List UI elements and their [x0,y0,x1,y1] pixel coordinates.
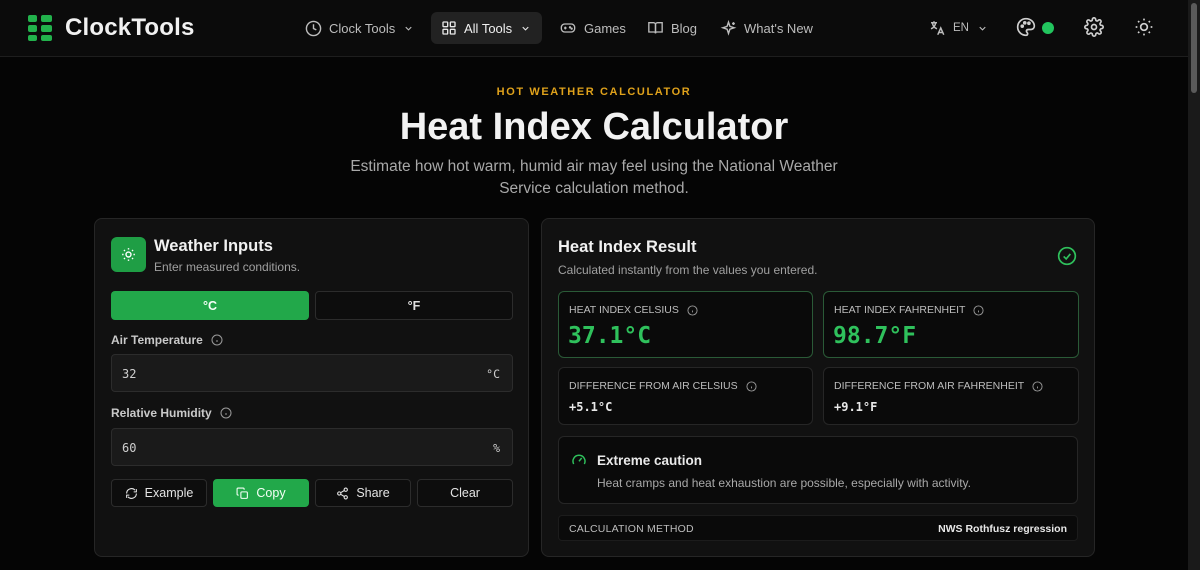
scrollbar-thumb[interactable] [1191,3,1197,93]
stat-label-text: HEAT INDEX CELSIUS [569,304,679,316]
example-label: Example [144,486,194,500]
page-title: Heat Index Calculator [399,106,789,148]
chevron-down-icon [405,26,412,31]
info-icon[interactable] [687,304,698,316]
eyebrow-label: HOT WEATHER CALCULATOR [496,86,692,98]
stat-label-text: DIFFERENCE FROM AIR FAHRENHEIT [834,380,1025,392]
top-nav: ClockTools Clock Tools All Tools Games B… [0,0,1188,57]
difference-celsius-stat: DIFFERENCE FROM AIR CELSIUS +5.1°C [558,367,813,425]
share-button[interactable]: Share [315,479,411,507]
brand-name: ClockTools [65,14,195,41]
difference-fahrenheit-stat: DIFFERENCE FROM AIR FAHRENHEIT +9.1°F [823,367,1079,425]
book-icon [648,22,663,34]
stat-label: DIFFERENCE FROM AIR FAHRENHEIT [834,380,1043,392]
gear-icon[interactable] [1084,17,1104,37]
nav-clock-tools[interactable]: Clock Tools [295,12,424,44]
info-icon[interactable] [211,334,223,346]
humidity-input[interactable]: 60 % [111,428,513,466]
humidity-label-text: Relative Humidity [111,406,212,420]
share-label: Share [356,486,390,500]
refresh-icon [125,487,137,499]
info-icon[interactable] [220,407,232,419]
result-title: Heat Index Result [558,238,697,256]
clock-icon [305,20,322,36]
copy-icon [236,487,249,499]
sun-icon[interactable] [1134,17,1154,37]
unit-celsius-button[interactable]: °C [111,291,309,320]
theme-status-dot [1042,22,1054,34]
heat-index-celsius-stat: HEAT INDEX CELSIUS 37.1°C [558,291,813,358]
palette-icon[interactable] [1016,17,1036,37]
chevron-down-icon [979,26,986,31]
copy-button[interactable]: Copy [213,479,309,507]
check-circle-icon [1057,246,1077,266]
humidity-label: Relative Humidity [111,406,232,420]
heat-index-celsius-value: 37.1°C [568,323,652,349]
gamepad-icon [560,23,576,33]
nav-label: Clock Tools [329,20,396,36]
nav-label: What's New [744,20,813,36]
stat-label: HEAT INDEX FAHRENHEIT [834,304,985,316]
temperature-value: 32 [122,367,137,381]
difference-fahrenheit-value: +9.1°F [834,400,878,414]
method-label: CALCULATION METHOD [569,523,694,535]
stat-label-text: DIFFERENCE FROM AIR CELSIUS [569,380,738,392]
unit-fahrenheit-button[interactable]: °F [315,291,513,320]
heat-index-fahrenheit-stat: HEAT INDEX FAHRENHEIT 98.7°F [823,291,1079,358]
heat-index-fahrenheit-value: 98.7°F [833,323,917,349]
language-label: EN [953,22,969,34]
nav-games[interactable]: Games [549,12,636,44]
grid-icon [442,21,456,35]
nav-label: All Tools [464,20,513,36]
info-icon[interactable] [973,304,985,316]
share-icon [337,487,349,499]
inputs-subtitle: Enter measured conditions. [154,260,301,274]
nav-whats-new[interactable]: What's New [710,12,823,44]
nav-label: Games [584,20,626,36]
nav-all-tools[interactable]: All Tools [431,12,542,44]
temperature-label: Air Temperature [111,333,223,347]
humidity-unit: % [493,441,500,455]
clear-button[interactable]: Clear [417,479,513,507]
stat-label: DIFFERENCE FROM AIR CELSIUS [569,380,757,392]
inputs-title: Weather Inputs [154,237,273,255]
info-icon[interactable] [746,380,757,392]
clear-label: Clear [450,486,480,500]
weather-inputs-card: Weather Inputs Enter measured conditions… [94,218,529,557]
logo[interactable]: ClockTools [28,14,195,42]
sun-icon [111,237,146,272]
logo-icon [28,15,52,41]
scrollbar[interactable] [1188,0,1200,570]
caution-panel: Extreme caution Heat cramps and heat exh… [558,436,1078,504]
sparkle-icon [720,19,737,36]
result-subtitle: Calculated instantly from the values you… [558,263,818,277]
translate-icon [930,21,945,36]
copy-label: Copy [256,486,286,500]
caution-description: Heat cramps and heat exhaustion are poss… [597,476,971,490]
temperature-input[interactable]: 32 °C [111,354,513,392]
page-subtitle: Estimate how hot warm, humid air may fee… [350,158,838,197]
humidity-value: 60 [122,441,137,455]
temperature-unit: °C [486,367,500,381]
gauge-icon [572,454,586,465]
stat-label: HEAT INDEX CELSIUS [569,304,698,316]
info-icon[interactable] [1032,380,1043,392]
example-button[interactable]: Example [111,479,207,507]
difference-celsius-value: +5.1°C [569,400,613,414]
caution-title: Extreme caution [597,453,703,468]
stat-label-text: HEAT INDEX FAHRENHEIT [834,304,966,316]
heat-index-result-card: Heat Index Result Calculated instantly f… [541,218,1095,557]
nav-blog[interactable]: Blog [637,12,707,44]
nav-label: Blog [671,20,698,36]
chevron-down-icon [522,26,529,31]
calculation-method-row: CALCULATION METHOD NWS Rothfusz regressi… [558,515,1078,541]
temperature-label-text: Air Temperature [111,333,203,347]
language-selector[interactable]: EN [918,12,998,44]
method-value: NWS Rothfusz regression [938,523,1067,535]
